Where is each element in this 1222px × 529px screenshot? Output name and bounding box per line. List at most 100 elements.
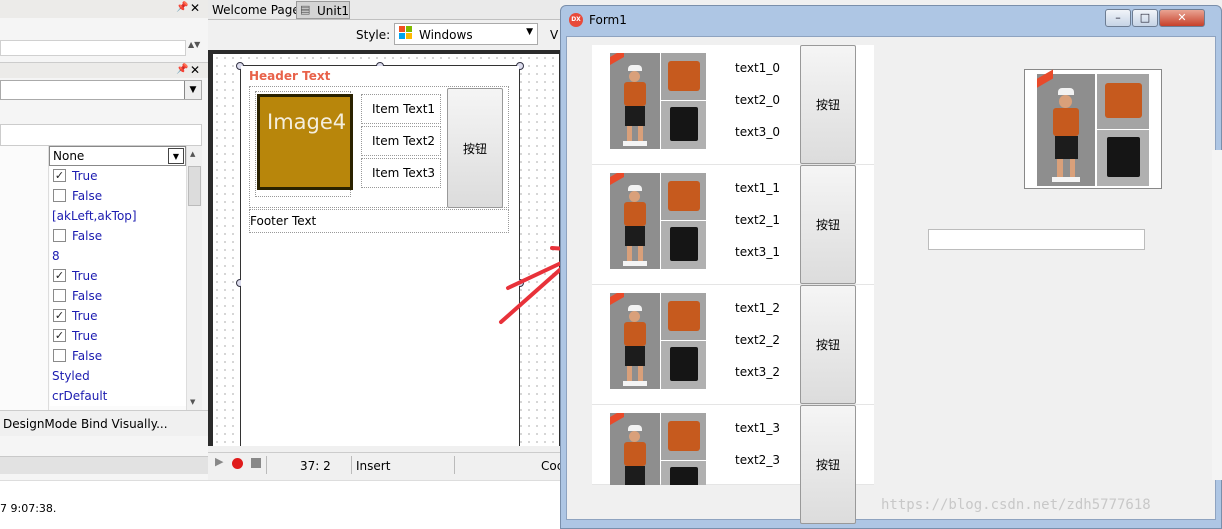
property-checkbox[interactable] xyxy=(53,229,66,242)
minimize-button[interactable]: – xyxy=(1105,9,1131,27)
play-icon[interactable]: ▶ xyxy=(215,455,223,468)
inspector-scrollbar[interactable]: ▲ ▼ xyxy=(186,146,202,410)
property-row[interactable]: False xyxy=(50,286,186,306)
property-dropdown[interactable]: None ▼ xyxy=(49,146,186,166)
stop-icon[interactable] xyxy=(251,458,261,468)
truncated-label: V xyxy=(550,28,559,42)
cursor-position: 37: 2 xyxy=(300,459,331,473)
property-value: False xyxy=(72,289,103,303)
close-button[interactable]: ✕ xyxy=(1159,9,1205,27)
background-sliver xyxy=(1212,150,1222,480)
property-row[interactable]: 8 xyxy=(50,246,186,266)
form-edit-input[interactable] xyxy=(928,229,1145,250)
property-checkbox[interactable] xyxy=(53,289,66,302)
form1-titlebar[interactable]: DX Form1 – □ ✕ xyxy=(561,6,1221,34)
property-value: True xyxy=(72,169,98,183)
property-row[interactable]: False xyxy=(50,346,186,366)
property-value: False xyxy=(72,189,103,203)
item-text-box: Item Text2 xyxy=(361,126,441,156)
row-button[interactable]: 按钮 xyxy=(800,285,856,404)
property-row[interactable]: ✓ True xyxy=(50,326,186,346)
product-photo xyxy=(610,173,706,269)
property-row[interactable]: Styled xyxy=(50,366,186,386)
window-title: Form1 xyxy=(589,13,627,27)
grid-divider xyxy=(48,146,49,410)
row-text-1: text1_1 xyxy=(735,181,780,195)
row-text-2: text2_0 xyxy=(735,93,780,107)
list-item[interactable]: text1_2 text2_2 text3_2 按钮 xyxy=(592,285,874,405)
maximize-button[interactable]: □ xyxy=(1132,9,1158,27)
chevron-down-icon[interactable]: ▼ xyxy=(168,148,184,164)
style-select[interactable]: Windows ▼ xyxy=(394,23,538,45)
inspector-links-bar: DesignMode Bind Visually... xyxy=(0,410,208,436)
insert-mode: Insert xyxy=(356,459,391,473)
chevron-down-icon[interactable]: ▼ xyxy=(184,81,201,99)
property-checkbox[interactable]: ✓ xyxy=(53,329,66,342)
row-text-2: text2_2 xyxy=(735,333,780,347)
row-text-3: text3_0 xyxy=(735,125,780,139)
windows-logo-icon xyxy=(399,26,413,40)
row-button[interactable]: 按钮 xyxy=(800,165,856,284)
property-checkbox[interactable]: ✓ xyxy=(53,169,66,182)
message-text: 7 9:07:38. xyxy=(0,502,57,515)
close-icon[interactable]: ✕ xyxy=(190,1,200,15)
panel-header-bar: 📌 ✕ xyxy=(0,62,208,78)
row-text-2: text2_3 xyxy=(735,453,780,467)
scroll-up-icon[interactable]: ▲ xyxy=(190,150,195,158)
property-value: Styled xyxy=(52,369,90,383)
item-text-2: Item Text2 xyxy=(372,134,436,148)
inspector-filter-input[interactable] xyxy=(0,40,186,56)
preview-image-frame xyxy=(1024,69,1162,189)
editor-status-bar: ▶ 37: 2 Insert Coc xyxy=(208,452,563,476)
close-icon[interactable]: ✕ xyxy=(190,63,200,77)
watermark-text: https://blog.csdn.net/zdh5777618 xyxy=(881,497,1151,513)
property-value: True xyxy=(72,329,98,343)
record-icon[interactable] xyxy=(232,458,243,469)
chevron-down-icon[interactable]: ▼ xyxy=(526,27,533,37)
designmode-links[interactable]: DesignMode Bind Visually... xyxy=(3,417,168,431)
property-row[interactable]: ✓ True xyxy=(50,166,186,186)
property-row[interactable]: False xyxy=(50,186,186,206)
property-search-input[interactable] xyxy=(0,124,202,146)
property-checkbox[interactable]: ✓ xyxy=(53,309,66,322)
product-photo xyxy=(610,53,706,149)
row-button[interactable]: 按钮 xyxy=(800,45,856,164)
list-item[interactable]: text1_1 text2_1 text3_1 按钮 xyxy=(592,165,874,285)
row-text-3: text3_2 xyxy=(735,365,780,379)
scrollbar-thumb[interactable] xyxy=(188,166,201,206)
messages-pane: 7 9:07:38. xyxy=(0,480,560,529)
property-value: crDefault xyxy=(52,389,108,403)
row-text-1: text1_3 xyxy=(735,421,780,435)
property-checkbox[interactable] xyxy=(53,189,66,202)
style-toolbar: Style: Windows ▼ V xyxy=(208,20,560,48)
row-text-3: text3_1 xyxy=(735,245,780,259)
list-item[interactable]: text1_0 text2_0 text3_0 按钮 xyxy=(592,45,874,165)
scroll-updown-icon[interactable]: ▲▼ xyxy=(188,40,202,56)
row-text-2: text2_1 xyxy=(735,213,780,227)
component-select[interactable]: ▼ xyxy=(0,80,202,100)
scroll-down-icon[interactable]: ▼ xyxy=(190,398,195,406)
divider xyxy=(351,456,352,474)
template-button[interactable]: 按钮 xyxy=(447,88,503,208)
list-item[interactable]: text1_3 text2_3 按钮 xyxy=(592,405,874,524)
pin-icon[interactable]: 📌 xyxy=(176,64,188,75)
property-row[interactable]: False xyxy=(50,226,186,246)
property-value: True xyxy=(72,309,98,323)
property-row[interactable]: ✓ True xyxy=(50,266,186,286)
property-checkbox[interactable] xyxy=(53,349,66,362)
divider xyxy=(454,456,455,474)
pin-icon[interactable]: 📌 xyxy=(176,2,188,13)
unit-file-icon: ▤ xyxy=(300,3,311,16)
property-row[interactable]: [akLeft,akTop] xyxy=(50,206,186,226)
property-row[interactable]: ✓ True xyxy=(50,306,186,326)
tab-unit1[interactable]: ▤ Unit1 xyxy=(296,1,350,19)
style-label: Style: xyxy=(356,28,391,42)
tab-label: Unit1 xyxy=(317,4,350,18)
app-icon: DX xyxy=(569,13,583,27)
property-value: 8 xyxy=(52,249,60,263)
tab-welcome-page[interactable]: Welcome Page xyxy=(212,3,300,17)
image4-placeholder[interactable]: Image4 xyxy=(257,94,353,190)
property-row[interactable]: crDefault xyxy=(50,386,186,406)
row-button[interactable]: 按钮 xyxy=(800,405,856,524)
property-checkbox[interactable]: ✓ xyxy=(53,269,66,282)
